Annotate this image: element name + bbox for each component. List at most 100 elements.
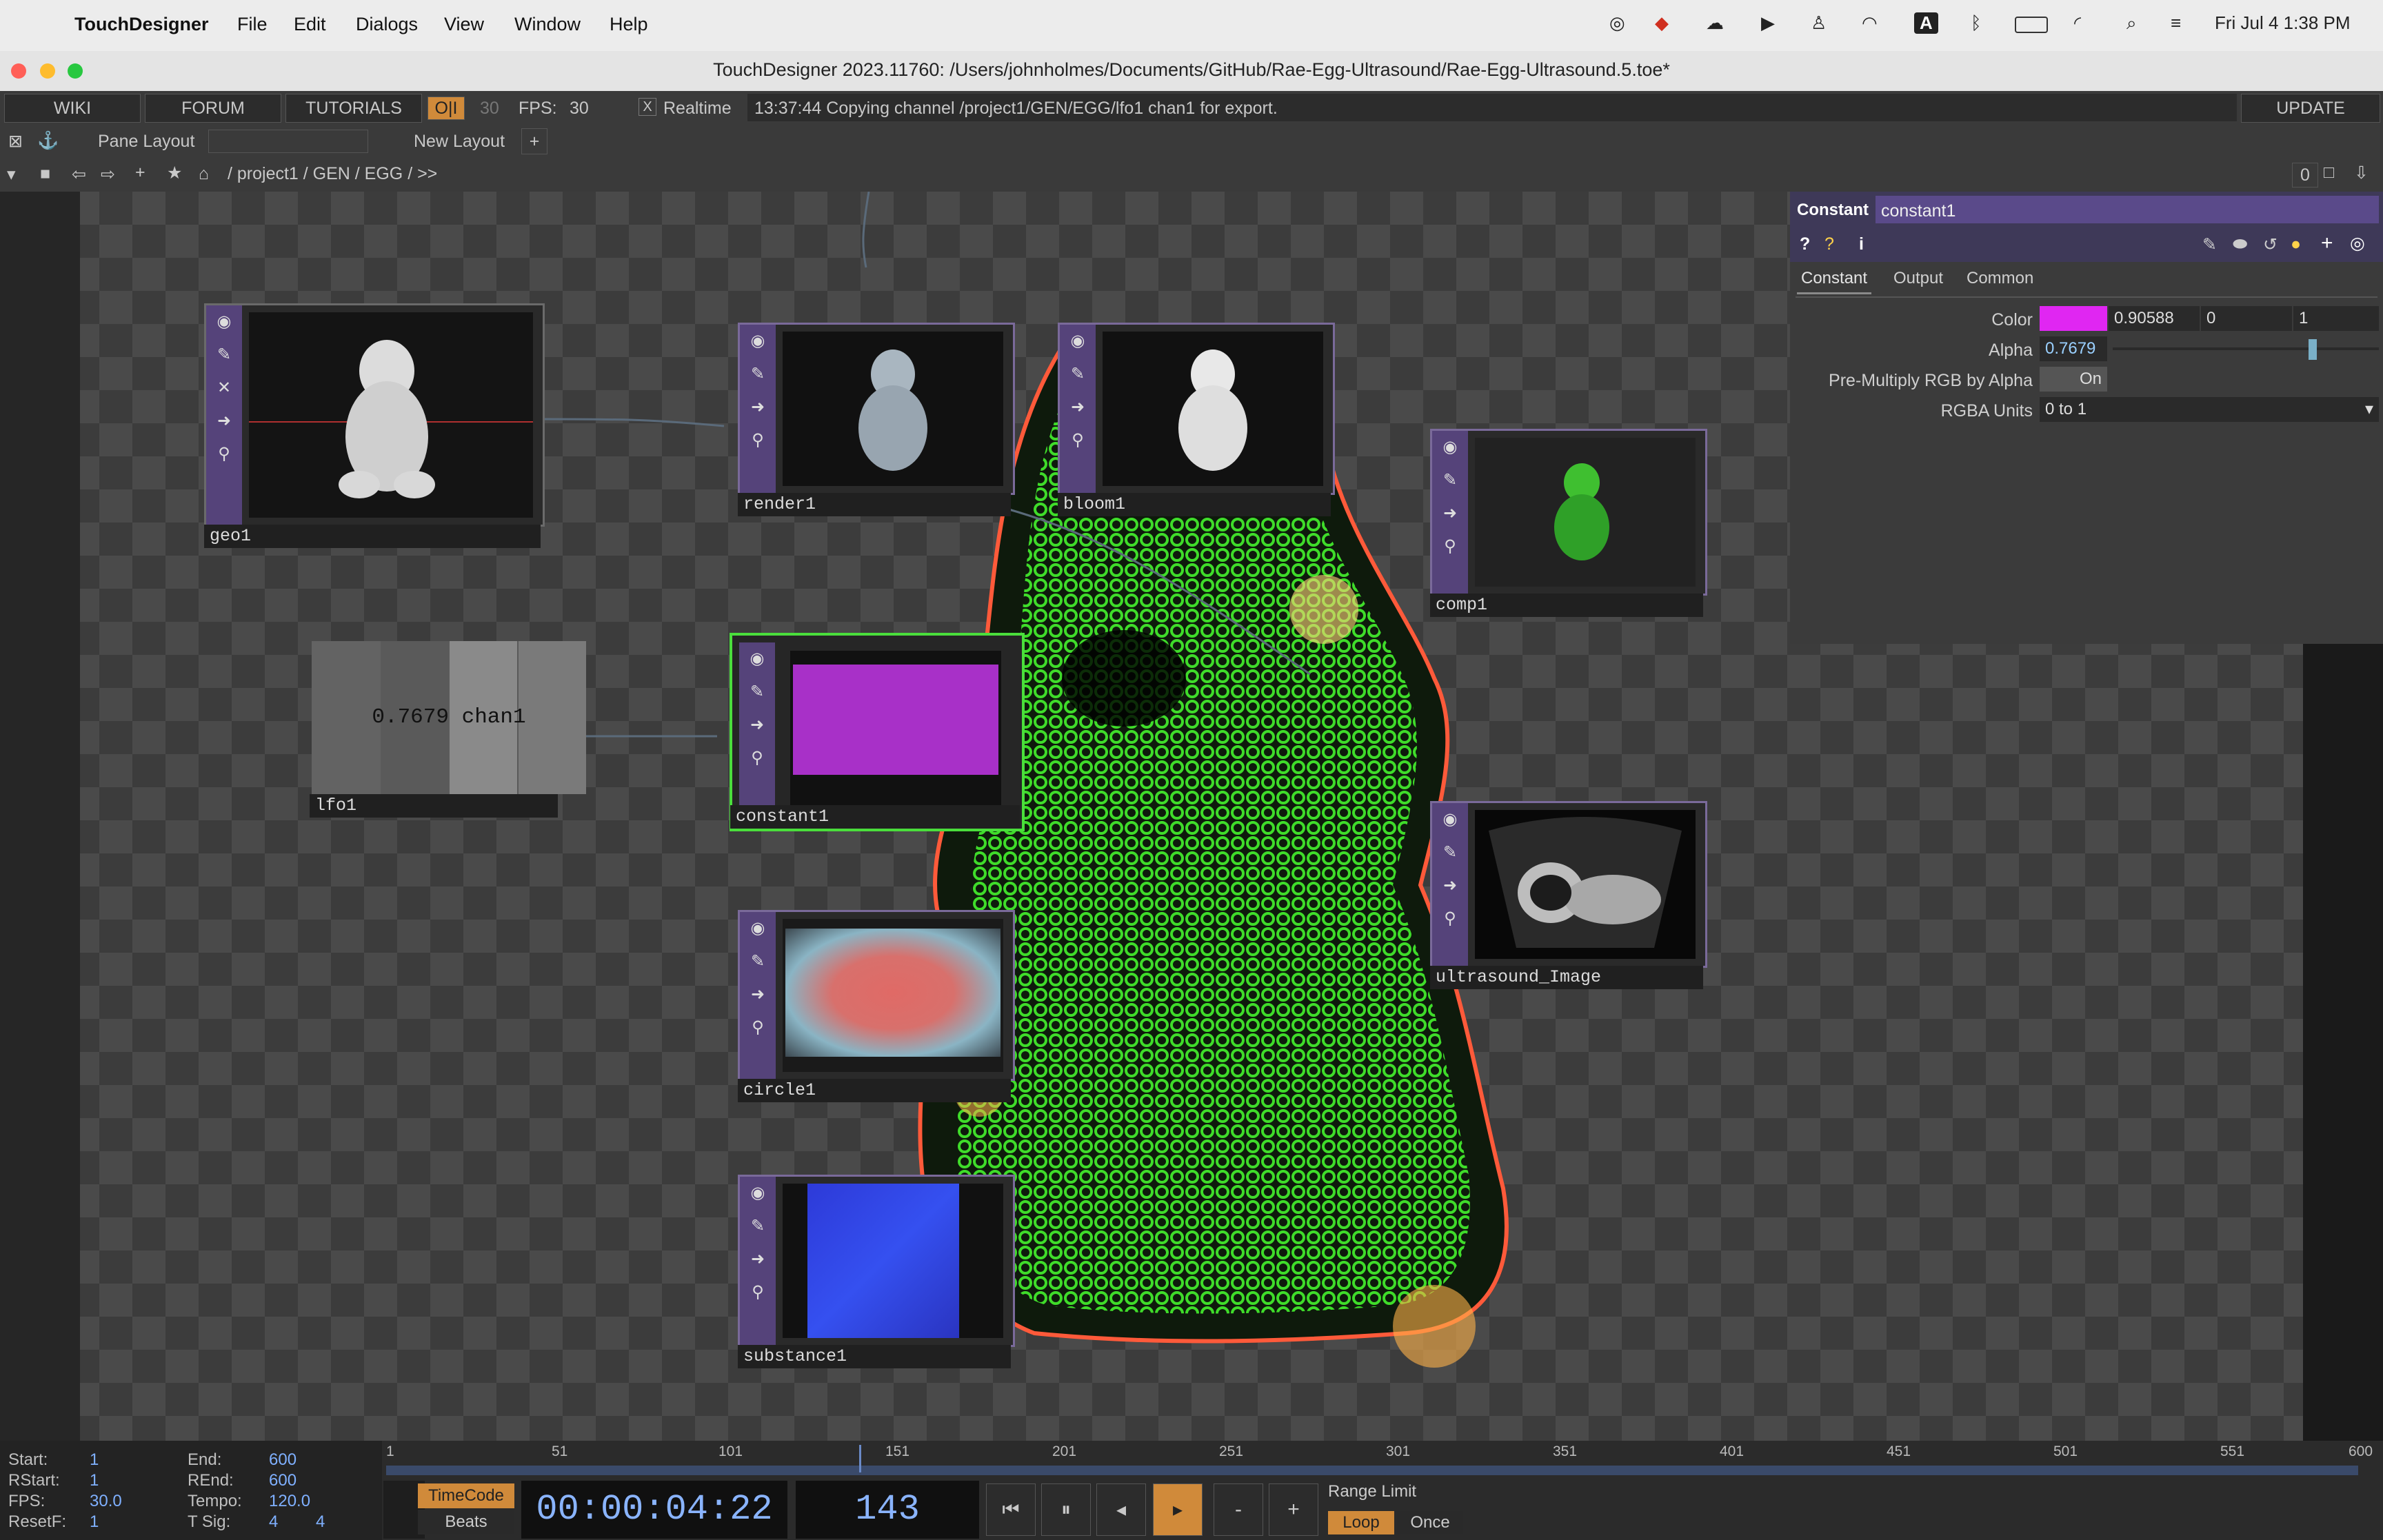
step-back-button[interactable]: ◂ [1096,1483,1146,1536]
bypass-icon[interactable]: ✕ [206,372,242,405]
network-path[interactable]: / project1 / GEN / EGG / >> [228,164,437,184]
wiki-button[interactable]: WIKI [4,94,141,123]
export-icon[interactable]: ➜ [740,1243,776,1276]
realtime-checkbox[interactable]: X [639,98,656,116]
bluetooth-icon[interactable]: ᛒ [1971,12,1982,34]
node-bloom1-name[interactable]: bloom1 [1058,493,1331,516]
start-value[interactable]: 1 [90,1450,99,1470]
control-center-icon[interactable]: ≡ [2171,12,2181,34]
lock-icon[interactable]: ⚲ [740,424,776,457]
node-substance1-name[interactable]: substance1 [738,1345,1011,1368]
speed-plus-button[interactable]: + [1269,1483,1318,1536]
lock-icon[interactable]: ⚲ [1432,902,1468,935]
alpha-slider-track[interactable] [2113,347,2379,350]
back-icon[interactable]: ⇦ [72,164,86,185]
dropbox-icon[interactable]: ◆ [1655,12,1669,34]
menu-view[interactable]: View [444,14,484,35]
rewind-button[interactable]: ⏮ [986,1483,1036,1536]
node-lfo1[interactable]: 0.7679 chan1 lfo1 [310,641,586,818]
bookmark-star-icon[interactable]: ★ [167,163,182,183]
lock-icon[interactable]: ⚲ [740,1011,776,1044]
node-constant1-name[interactable]: constant1 [730,805,1020,829]
edit-icon[interactable]: ✎ [1432,836,1468,869]
export-icon[interactable]: ➜ [740,391,776,424]
node-geo1-name[interactable]: geo1 [204,525,541,548]
pane-layout-presets[interactable] [208,130,368,153]
node-render1-name[interactable]: render1 [738,493,1011,516]
play-button[interactable]: ▸ [1153,1483,1203,1536]
headphones-icon[interactable]: ◠ [1862,12,1878,34]
menu-window[interactable]: Window [514,14,581,35]
color-swatch[interactable] [2040,306,2107,331]
target-icon[interactable]: ◎ [2350,233,2365,254]
timeline-range-bar[interactable] [386,1466,2358,1475]
add-param-icon[interactable]: + [2321,232,2333,255]
node-ultrasound-image[interactable]: ◉ ✎ ➜ ⚲ ultrasound_Image [1430,801,1707,989]
anchor-icon[interactable]: ⚓ [37,131,59,151]
edit-icon[interactable]: ✎ [740,945,776,978]
lock-icon[interactable]: ⚲ [740,1276,776,1309]
color-r-field[interactable]: 0.90588 [2109,306,2200,331]
menu-file[interactable]: File [237,14,268,35]
tempo-value[interactable]: 120.0 [269,1492,310,1511]
color-b-field[interactable]: 1 [2293,306,2379,331]
export-icon[interactable]: ➜ [206,405,242,438]
viewer-icon[interactable]: ◉ [1060,325,1096,358]
comment-icon[interactable]: ⬬ [2233,234,2247,254]
end-value[interactable]: 600 [269,1450,296,1470]
lock-icon[interactable]: ⚲ [739,742,775,775]
input-source-icon[interactable]: A [1914,12,1938,34]
edit-icon[interactable]: ✎ [739,676,775,709]
tab-common[interactable]: Common [1967,269,2033,288]
timecode-display[interactable]: 00:00:04:22 [521,1481,787,1539]
battery-icon[interactable] [2015,17,2048,33]
speed-minus-button[interactable]: - [1214,1483,1263,1536]
rgba-units-select[interactable]: 0 to 1 ▾ [2040,397,2379,422]
python-help-icon[interactable]: ? [1824,234,1834,254]
pane-split-icon[interactable]: ⊠ [8,131,23,152]
menu-edit[interactable]: Edit [294,14,326,35]
python-icon[interactable]: ● [2291,234,2301,254]
timecode-button[interactable]: TimeCode [418,1483,514,1508]
node-comp1[interactable]: ◉ ✎ ➜ ⚲ comp1 [1430,429,1707,617]
node-comp1-name[interactable]: comp1 [1430,594,1703,617]
export-icon[interactable]: ➜ [739,709,775,742]
playhead[interactable] [859,1445,861,1472]
info-icon[interactable]: i [1859,234,1864,254]
forum-button[interactable]: FORUM [145,94,281,123]
spotlight-search-icon[interactable]: ⌕ [2126,12,2137,34]
viewer-icon[interactable]: ◉ [740,325,776,358]
lock-icon[interactable]: ⚲ [1432,530,1468,563]
viewer-icon[interactable]: ◉ [1432,803,1468,836]
app-menu[interactable]: TouchDesigner [74,14,209,35]
forward-icon[interactable]: ⇨ [101,164,115,185]
home-plus-icon[interactable]: + [135,163,145,183]
edit-icon[interactable]: ✎ [1060,358,1096,391]
color-g-field[interactable]: 0 [2201,306,2292,331]
alpha-field[interactable]: 0.7679 [2040,336,2107,361]
menu-help[interactable]: Help [610,14,648,35]
fps-value[interactable]: 30.0 [90,1492,122,1511]
perform-mode-button[interactable]: O|I [428,97,465,120]
parent-icon[interactable]: ⌂ [199,164,209,184]
export-icon[interactable]: ➜ [1432,869,1468,902]
maximize-pane-icon[interactable]: □ [2324,163,2334,183]
resetf-value[interactable]: 1 [90,1512,99,1532]
edit-icon[interactable]: ✎ [1432,464,1468,497]
node-bloom1[interactable]: ◉ ✎ ➜ ⚲ bloom1 [1058,323,1335,516]
add-layout-button[interactable]: + [521,128,547,154]
once-button[interactable]: Once [1397,1511,1463,1534]
loop-button[interactable]: Loop [1328,1511,1394,1534]
edit-icon[interactable]: ✎ [2202,234,2217,255]
tab-output[interactable]: Output [1893,269,1943,288]
node-lfo1-name[interactable]: lfo1 [310,794,558,818]
rend-value[interactable]: 600 [269,1471,296,1490]
frame-display[interactable]: 143 [796,1481,979,1539]
node-ultrasound-name[interactable]: ultrasound_Image [1430,966,1703,989]
export-icon[interactable]: ➜ [740,978,776,1011]
pause-button[interactable]: ⏸ [1041,1483,1091,1536]
node-constant1[interactable]: ◉ ✎ ➜ ⚲ constant1 [730,633,1025,831]
viewer-icon[interactable]: ◉ [1432,431,1468,464]
premultiply-toggle[interactable]: On [2040,367,2107,392]
dropdown-icon[interactable]: ▾ [7,164,16,185]
